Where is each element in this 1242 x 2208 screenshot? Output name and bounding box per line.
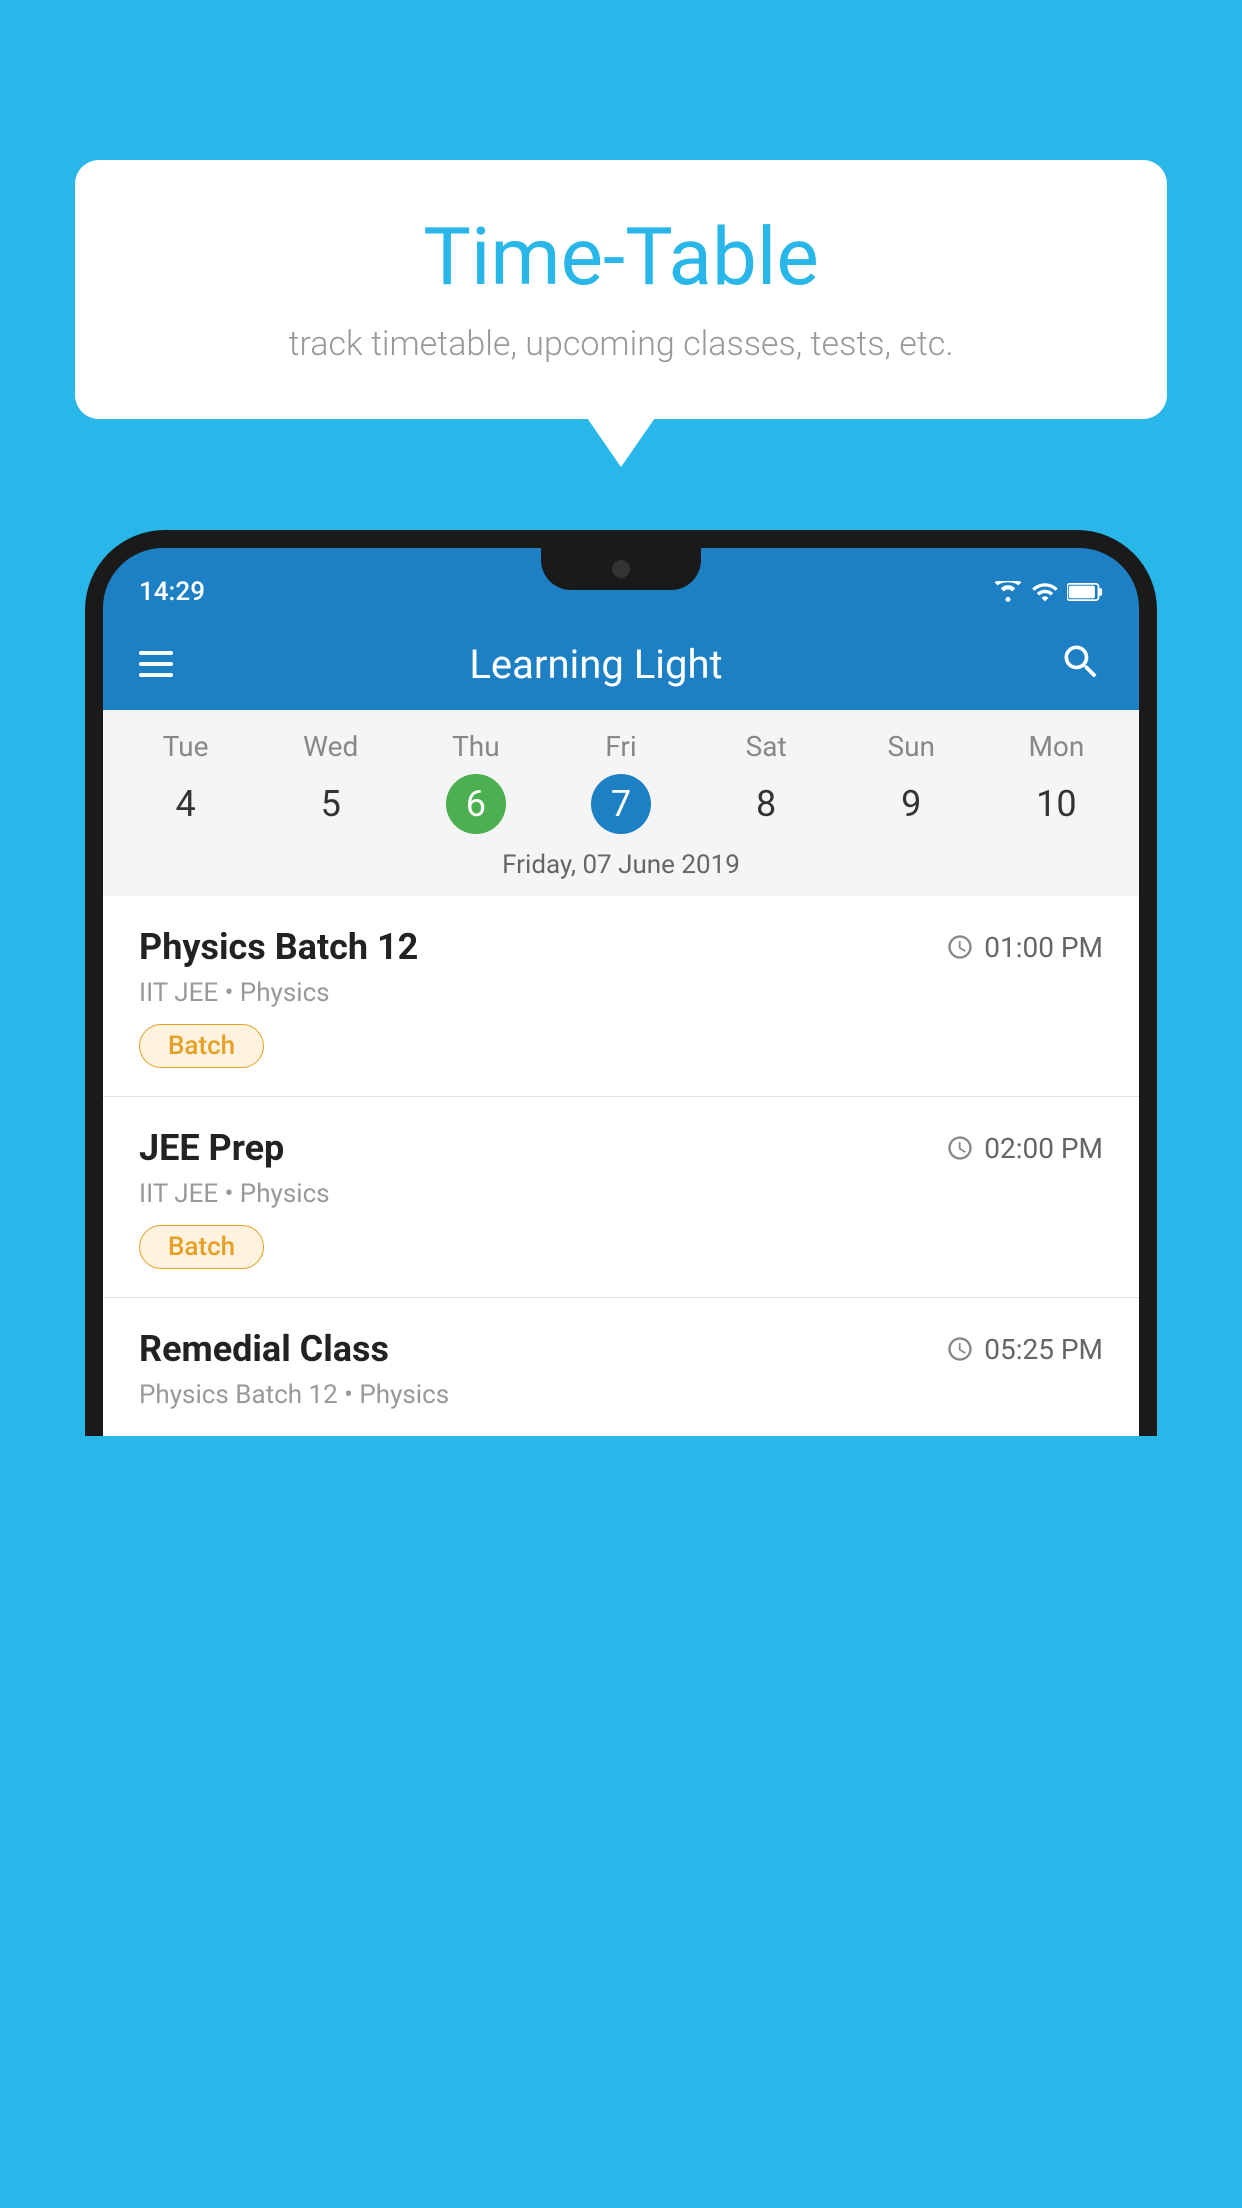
- status-icons: [993, 578, 1103, 606]
- day-number-7[interactable]: 7: [548, 773, 693, 835]
- day-number-4[interactable]: 4: [113, 773, 258, 835]
- day-header-sat: Sat: [694, 730, 839, 763]
- schedule-item-header-2: Remedial Class 05:25 PM: [139, 1328, 1103, 1370]
- day-numbers: 45678910: [103, 768, 1139, 850]
- day-header-wed: Wed: [258, 730, 403, 763]
- speech-bubble-container: Time-Table track timetable, upcoming cla…: [75, 160, 1167, 419]
- day-number-8[interactable]: 8: [694, 773, 839, 835]
- schedule-title-2: Remedial Class: [139, 1328, 389, 1370]
- schedule-time-1: 02:00 PM: [946, 1132, 1103, 1165]
- schedule-item-header-0: Physics Batch 12 01:00 PM: [139, 926, 1103, 968]
- phone-notch: [541, 548, 701, 590]
- clock-icon: [946, 933, 974, 961]
- day-header-fri: Fri: [548, 730, 693, 763]
- status-time: 14:29: [139, 577, 205, 607]
- app-header: Learning Light: [103, 618, 1139, 710]
- day-header-tue: Tue: [113, 730, 258, 763]
- clock-icon: [946, 1335, 974, 1363]
- day-number-6[interactable]: 6: [403, 773, 548, 835]
- day-header-mon: Mon: [984, 730, 1129, 763]
- schedule-list: Physics Batch 12 01:00 PM IIT JEE • Physic…: [103, 896, 1139, 1436]
- phone-mockup: 14:29: [85, 530, 1157, 2208]
- bubble-subtitle: track timetable, upcoming classes, tests…: [135, 324, 1107, 364]
- day-headers: TueWedThuFriSatSunMon: [103, 710, 1139, 768]
- phone-outer: 14:29: [85, 530, 1157, 1436]
- schedule-sub-0: IIT JEE • Physics: [139, 978, 1103, 1008]
- schedule-sub-2: Physics Batch 12 • Physics: [139, 1380, 1103, 1410]
- battery-icon: [1067, 581, 1103, 603]
- speech-bubble: Time-Table track timetable, upcoming cla…: [75, 160, 1167, 419]
- schedule-sub-1: IIT JEE • Physics: [139, 1179, 1103, 1209]
- schedule-title-1: JEE Prep: [139, 1127, 284, 1169]
- wifi-icon: [993, 581, 1023, 603]
- calendar-strip: TueWedThuFriSatSunMon 45678910 Friday, 0…: [103, 710, 1139, 896]
- camera: [612, 560, 630, 578]
- schedule-title-0: Physics Batch 12: [139, 926, 418, 968]
- schedule-item-1[interactable]: JEE Prep 02:00 PM IIT JEE • Physics Batch: [103, 1097, 1139, 1298]
- signal-icon: [1031, 578, 1059, 606]
- schedule-item-0[interactable]: Physics Batch 12 01:00 PM IIT JEE • Physic…: [103, 896, 1139, 1097]
- batch-tag-0: Batch: [139, 1024, 264, 1068]
- day-number-10[interactable]: 10: [984, 773, 1129, 835]
- day-header-sun: Sun: [839, 730, 984, 763]
- search-button[interactable]: [1059, 640, 1103, 688]
- schedule-time-0: 01:00 PM: [946, 931, 1103, 964]
- app-title: Learning Light: [163, 641, 1029, 688]
- day-number-5[interactable]: 5: [258, 773, 403, 835]
- day-number-9[interactable]: 9: [839, 773, 984, 835]
- schedule-item-2[interactable]: Remedial Class 05:25 PM Physics Batch 12 •…: [103, 1298, 1139, 1436]
- schedule-item-header-1: JEE Prep 02:00 PM: [139, 1127, 1103, 1169]
- batch-tag-1: Batch: [139, 1225, 264, 1269]
- status-bar: 14:29: [103, 548, 1139, 618]
- day-header-thu: Thu: [403, 730, 548, 763]
- selected-date-label: Friday, 07 June 2019: [103, 850, 1139, 896]
- schedule-time-2: 05:25 PM: [946, 1333, 1103, 1366]
- bubble-title: Time-Table: [135, 210, 1107, 304]
- clock-icon: [946, 1134, 974, 1162]
